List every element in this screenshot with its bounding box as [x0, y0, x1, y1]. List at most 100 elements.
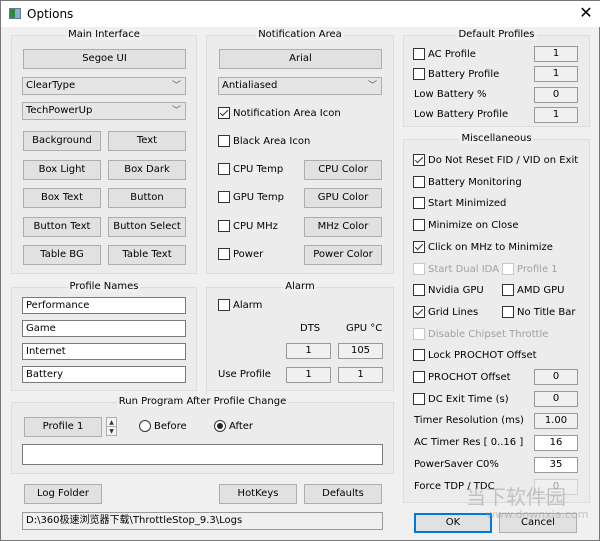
hotkeys-button[interactable]: HotKeys	[219, 484, 297, 504]
use-profile-label: Use Profile	[218, 369, 271, 380]
lock-prochot-checkbox[interactable]: Lock PROCHOT Offset	[413, 349, 537, 362]
grid-lines-checkbox[interactable]: Grid Lines	[413, 306, 478, 319]
mhz-color-button[interactable]: MHz Color	[304, 217, 382, 237]
checkbox-label: PROCHOT Offset	[428, 372, 511, 383]
checkbox-label: Notification Area Icon	[233, 108, 341, 119]
profile-name-input-1[interactable]: Performance	[22, 297, 186, 314]
battery-profile-checkbox[interactable]: Battery Profile	[413, 68, 499, 81]
chevron-down-icon: ﹀	[367, 81, 377, 91]
ac-profile-checkbox[interactable]: AC Profile	[413, 48, 476, 61]
table-bg-button[interactable]: Table BG	[23, 245, 101, 265]
disable-chipset-throttle-checkbox[interactable]: Disable Chipset Throttle	[413, 328, 548, 341]
after-radio[interactable]: After	[214, 420, 253, 433]
log-folder-button[interactable]: Log Folder	[24, 484, 102, 504]
prochot-offset-checkbox[interactable]: PROCHOT Offset	[413, 371, 511, 384]
use-profile-gpu-value[interactable]: 1	[338, 367, 383, 383]
button-select-button[interactable]: Button Select	[108, 217, 186, 237]
checkbox-unchecked	[218, 220, 230, 232]
start-minimized-checkbox[interactable]: Start Minimized	[413, 197, 506, 210]
start-dual-ida-checkbox[interactable]: Start Dual IDA	[413, 263, 499, 276]
alarm-dts-value[interactable]: 1	[286, 343, 331, 359]
checkbox-unchecked	[502, 284, 514, 296]
gpu-color-button[interactable]: GPU Color	[304, 188, 382, 208]
ac-timer-res-input[interactable]: 16	[534, 435, 578, 451]
background-color-button[interactable]: Background	[23, 131, 101, 151]
alarm-checkbox[interactable]: Alarm	[218, 299, 262, 312]
button-color-button[interactable]: Button	[108, 188, 186, 208]
box-light-button[interactable]: Box Light	[23, 160, 101, 180]
cpu-color-button[interactable]: CPU Color	[304, 160, 382, 180]
battery-monitoring-checkbox[interactable]: Battery Monitoring	[413, 176, 522, 189]
timer-resolution-value[interactable]: 1.00	[534, 413, 578, 429]
table-text-button[interactable]: Table Text	[108, 245, 186, 265]
black-area-icon-checkbox[interactable]: Black Area Icon	[218, 135, 310, 148]
main-theme-select[interactable]: TechPowerUp ﹀	[22, 102, 186, 120]
nvidia-gpu-checkbox[interactable]: Nvidia GPU	[413, 284, 484, 297]
powersaver-input[interactable]: 35	[534, 457, 578, 473]
close-icon[interactable]: ✕	[571, 1, 600, 27]
defaults-button[interactable]: Defaults	[304, 484, 382, 504]
run-program-command-input[interactable]	[22, 444, 383, 465]
run-profile-button[interactable]: Profile 1	[24, 417, 102, 437]
dc-exit-time-value[interactable]: 0	[534, 391, 578, 407]
checkbox-unchecked	[413, 328, 425, 340]
checkbox-unchecked	[218, 135, 230, 147]
cancel-button[interactable]: Cancel	[499, 513, 577, 533]
force-tdp-value[interactable]: 0	[534, 479, 578, 495]
box-text-button[interactable]: Box Text	[23, 188, 101, 208]
ok-button[interactable]: OK	[414, 513, 492, 533]
dc-exit-time-checkbox[interactable]: DC Exit Time (s)	[413, 393, 509, 406]
click-mhz-minimize-checkbox[interactable]: Click on MHz to Minimize	[413, 241, 553, 254]
profile1-checkbox[interactable]: Profile 1	[502, 263, 558, 276]
alarm-gpu-value[interactable]: 105	[338, 343, 383, 359]
low-battery-profile-value[interactable]: 1	[534, 107, 578, 123]
checkbox-label: CPU Temp	[233, 164, 284, 175]
power-checkbox[interactable]: Power	[218, 248, 263, 261]
notification-area-icon-checkbox[interactable]: Notification Area Icon	[218, 107, 341, 120]
spin-up-icon[interactable]: ▲	[107, 418, 116, 427]
log-path-field[interactable]: D:\360极速浏览器下载\ThrottleStop_9.3\Logs	[22, 512, 383, 530]
main-rendering-select[interactable]: ClearType ﹀	[22, 77, 186, 95]
profile-name-input-3[interactable]: Internet	[22, 343, 186, 360]
minimize-on-close-checkbox[interactable]: Minimize on Close	[413, 219, 519, 232]
options-window: Options ✕ Main Interface Segoe UI ClearT…	[0, 0, 600, 541]
ac-profile-value[interactable]: 1	[534, 46, 578, 62]
spin-down-icon[interactable]: ▼	[107, 427, 116, 436]
profile-name-input-4[interactable]: Battery	[22, 366, 186, 383]
checkbox-unchecked	[218, 248, 230, 260]
gpu-temp-checkbox[interactable]: GPU Temp	[218, 191, 284, 204]
checkbox-checked	[218, 107, 230, 119]
notification-rendering-select[interactable]: Antialiased ﹀	[218, 77, 382, 95]
checkbox-label: DC Exit Time (s)	[428, 394, 509, 405]
do-not-reset-checkbox[interactable]: Do Not Reset FID / VID on Exit	[413, 154, 578, 167]
miscellaneous-title: Miscellaneous	[459, 133, 534, 144]
checkbox-unchecked	[413, 219, 425, 231]
radio-unselected	[139, 420, 151, 432]
before-radio[interactable]: Before	[139, 420, 187, 433]
checkbox-unchecked	[413, 197, 425, 209]
amd-gpu-checkbox[interactable]: AMD GPU	[502, 284, 564, 297]
radio-label: After	[229, 421, 254, 432]
box-dark-button[interactable]: Box Dark	[108, 160, 186, 180]
radio-selected	[214, 420, 226, 432]
alarm-title: Alarm	[283, 281, 317, 292]
low-battery-pct-value[interactable]: 0	[534, 87, 578, 103]
gpu-column-header: GPU °C	[346, 323, 383, 334]
main-font-button[interactable]: Segoe UI	[23, 49, 186, 69]
notification-font-button[interactable]: Arial	[219, 49, 382, 69]
notification-area-title: Notification Area	[256, 29, 344, 40]
power-color-button[interactable]: Power Color	[304, 245, 382, 265]
cpu-temp-checkbox[interactable]: CPU Temp	[218, 163, 283, 176]
title-bar: Options ✕	[1, 1, 600, 27]
use-profile-dts-value[interactable]: 1	[286, 367, 331, 383]
button-text-button[interactable]: Button Text	[23, 217, 101, 237]
checkbox-unchecked	[413, 263, 425, 275]
no-title-bar-checkbox[interactable]: No Title Bar	[502, 306, 576, 319]
profile-spinner[interactable]: ▲ ▼	[106, 417, 117, 436]
battery-profile-value[interactable]: 1	[534, 66, 578, 82]
cpu-mhz-checkbox[interactable]: CPU MHz	[218, 220, 278, 233]
profile-name-input-2[interactable]: Game	[22, 320, 186, 337]
text-color-button[interactable]: Text	[108, 131, 186, 151]
checkbox-label: Alarm	[233, 300, 263, 311]
prochot-offset-value[interactable]: 0	[534, 369, 578, 385]
